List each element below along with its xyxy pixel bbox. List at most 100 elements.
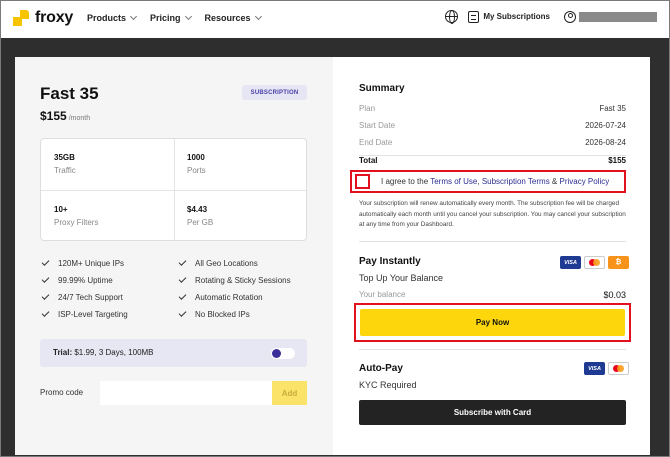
- summary-row-end-date: End Date 2026-08-24: [359, 138, 626, 147]
- user-icon[interactable]: [564, 10, 576, 23]
- feature-label: All Geo Locations: [195, 259, 258, 268]
- feature-label: No Blocked IPs: [195, 310, 250, 319]
- check-icon: [41, 258, 50, 266]
- auto-pay-title: Auto-Pay: [359, 363, 403, 374]
- nav-products-label: Products: [87, 13, 127, 23]
- checkout-card: Summary Plan Fast 35 Start Date 2026-07-24…: [333, 57, 650, 455]
- mastercard-icon: [608, 362, 629, 375]
- balance-value: $0.03: [603, 290, 626, 300]
- topup-label: Top Up Your Balance: [359, 273, 444, 283]
- my-subscriptions-link[interactable]: My Subscriptions: [483, 12, 550, 21]
- visa-icon: VISA: [584, 362, 605, 375]
- nav-products[interactable]: Products: [87, 12, 138, 23]
- stat-value: $4.43: [187, 205, 208, 214]
- balance-label: Your balance: [359, 290, 406, 299]
- check-icon: [41, 275, 50, 283]
- toggle-knob: [272, 349, 281, 358]
- feature-label: 120M+ Unique IPs: [58, 259, 125, 268]
- subscription-badge: SUBSCRIPTION: [242, 85, 307, 100]
- visa-icon: VISA: [560, 256, 581, 269]
- promo-code-label: Promo code: [40, 388, 84, 397]
- summary-value: Fast 35: [599, 104, 626, 113]
- feature-item: 99.99% Uptime: [41, 275, 113, 285]
- renewal-notice: Your subscription will renew automatical…: [359, 200, 626, 228]
- pay-now-highlight: Pay Now: [354, 303, 631, 342]
- stat-ports: 1000 Ports: [187, 153, 206, 175]
- summary-row-start-date: Start Date 2026-07-24: [359, 121, 626, 130]
- stat-value: 10+: [54, 205, 68, 214]
- terms-checkbox[interactable]: [355, 174, 370, 189]
- feature-label: ISP-Level Targeting: [58, 310, 128, 319]
- summary-label: Start Date: [359, 121, 396, 130]
- section-divider: [359, 349, 626, 350]
- promo-add-button[interactable]: Add: [272, 381, 307, 405]
- terms-of-use-link[interactable]: Terms of Use: [430, 177, 477, 186]
- chevron-down-icon: [184, 12, 192, 21]
- summary-value: 2026-08-24: [585, 138, 626, 147]
- pay-now-button[interactable]: Pay Now: [360, 309, 625, 336]
- privacy-policy-link[interactable]: Privacy Policy: [559, 177, 609, 186]
- summary-label: End Date: [359, 138, 393, 147]
- feature-label: 99.99% Uptime: [58, 276, 113, 285]
- bitcoin-icon: ₿: [608, 256, 629, 269]
- stat-value: 1000: [187, 153, 205, 162]
- logo-text: froxy: [35, 9, 74, 26]
- summary-value: 2026-07-24: [585, 121, 626, 130]
- feature-label: 24/7 Tech Support: [58, 293, 123, 302]
- logo-mark-icon: [13, 9, 31, 27]
- username-redacted[interactable]: [579, 11, 657, 22]
- balance-row: Your balance $0.03: [359, 290, 626, 300]
- check-icon: [178, 309, 187, 317]
- nav-pricing-label: Pricing: [150, 13, 181, 23]
- summary-title: Summary: [359, 83, 405, 94]
- trial-toggle[interactable]: [271, 348, 295, 359]
- summary-row-plan: Plan Fast 35: [359, 104, 626, 113]
- plan-stats: 35GB Traffic 1000 Ports 10+ Proxy Filter…: [40, 138, 307, 241]
- nav-resources[interactable]: Resources: [205, 12, 262, 23]
- terms-agreement-text: I agree to the Terms of Use, Subscriptio…: [381, 177, 609, 186]
- stat-proxy-filters: 10+ Proxy Filters: [54, 205, 98, 227]
- terms-agreement-highlight: I agree to the Terms of Use, Subscriptio…: [350, 170, 626, 193]
- froxy-logo[interactable]: froxy: [13, 9, 73, 27]
- stat-label: Proxy Filters: [54, 218, 99, 227]
- agree-prefix: I agree to the: [381, 177, 431, 186]
- section-divider: [359, 241, 626, 242]
- stat-label: Per GB: [187, 218, 214, 227]
- check-icon: [41, 309, 50, 317]
- stat-traffic: 35GB Traffic: [54, 153, 76, 175]
- kyc-required-label: KYC Required: [359, 380, 417, 390]
- summary-label: Total: [359, 156, 378, 165]
- feature-item: 24/7 Tech Support: [41, 292, 123, 302]
- feature-label: Automatic Rotation: [195, 293, 263, 302]
- payment-methods: VISA ₿: [560, 256, 629, 269]
- subscriptions-icon: [468, 10, 480, 23]
- trial-details: $1.99, 3 Days, 100MB: [74, 348, 154, 357]
- page-frame: froxy Products Pricing Resources My Subs…: [0, 0, 670, 457]
- summary-label: Plan: [359, 104, 376, 113]
- feature-item: Automatic Rotation: [178, 292, 263, 302]
- promo-code-input[interactable]: [100, 381, 272, 405]
- feature-item: Rotating & Sticky Sessions: [178, 275, 291, 285]
- check-icon: [178, 258, 187, 266]
- nav-pricing[interactable]: Pricing: [150, 12, 192, 23]
- check-icon: [178, 275, 187, 283]
- subscribe-with-card-button[interactable]: Subscribe with Card: [359, 400, 626, 425]
- globe-icon[interactable]: [445, 10, 459, 24]
- subscription-terms-link[interactable]: Subscription Terms: [482, 177, 550, 186]
- feature-label: Rotating & Sticky Sessions: [195, 276, 291, 285]
- nav-links: Products Pricing Resources: [87, 12, 262, 23]
- chevron-down-icon: [129, 12, 138, 21]
- price-unit: /month: [68, 115, 91, 122]
- summary-value: $155: [608, 156, 626, 165]
- plan-name: Fast 35: [40, 84, 99, 103]
- feature-item: All Geo Locations: [178, 258, 258, 268]
- check-icon: [41, 292, 50, 300]
- feature-item: No Blocked IPs: [178, 309, 250, 319]
- stat-label: Traffic: [54, 166, 76, 175]
- nav-right: My Subscriptions: [445, 10, 657, 24]
- trial-label: Trial:: [53, 348, 73, 357]
- plan-card: Fast 35 SUBSCRIPTION $155/month 35GB Tra…: [15, 57, 333, 455]
- price-value: $155: [40, 109, 67, 123]
- top-navigation: froxy Products Pricing Resources My Subs…: [1, 1, 669, 38]
- pay-instantly-title: Pay Instantly: [359, 256, 421, 267]
